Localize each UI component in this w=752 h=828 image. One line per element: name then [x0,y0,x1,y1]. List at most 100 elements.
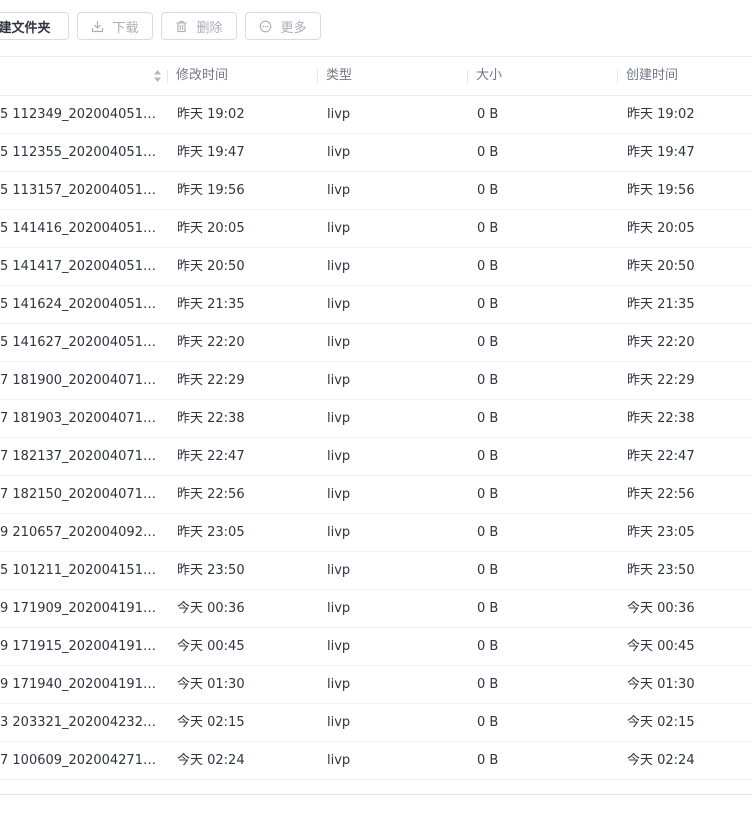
created-time: 昨天 21:35 [627,297,695,312]
file-type: livp [327,639,351,654]
table-row[interactable]: 5 141417_20200405141417 昨天 20:50 livp 0 B 昨天… [0,248,752,286]
file-name[interactable]: 7 181903_20200407181903 [0,400,160,437]
file-type: livp [327,411,351,426]
table-row[interactable]: 9 171915_20200419171915 今天 00:45 livp 0 B 今天… [0,628,752,666]
column-header-modified[interactable]: 修改时间 [176,57,228,95]
modified-time: 昨天 20:50 [177,259,245,274]
file-size: 0 B [477,335,499,350]
created-time: 今天 02:24 [627,753,695,768]
file-name[interactable]: 7 182137_20200407182137 [0,438,160,475]
modified-time: 昨天 21:35 [177,297,245,312]
file-type: livp [327,145,351,160]
file-name[interactable]: 9 171940_20200419171940 [0,666,160,703]
file-name[interactable]: 5 112349_20200405112349 [0,96,160,133]
file-size: 0 B [477,715,499,730]
file-name[interactable]: 7 181900_20200407181900 [0,362,160,399]
delete-label: 删除 [196,20,223,36]
column-header-size[interactable]: 大小 [476,57,502,95]
modified-time: 今天 00:45 [177,639,245,654]
download-button[interactable]: 下载 [77,12,153,40]
created-time: 昨天 22:38 [627,411,695,426]
file-type: livp [327,487,351,502]
table-header: 修改时间 类型 大小 创建时间 [0,57,752,96]
table-row[interactable]: 9 210657_20200409210657 昨天 23:05 livp 0 B 昨天… [0,514,752,552]
file-name[interactable]: 5 141627_20200405141627 [0,324,160,361]
column-divider[interactable] [467,70,468,83]
file-size: 0 B [477,373,499,388]
file-type: livp [327,107,351,122]
table-row[interactable]: 5 112349_20200405112349 昨天 19:02 livp 0 B 昨天… [0,96,752,134]
table-row[interactable]: 5 101211_20200415101211 昨天 23:50 livp 0 B 昨天… [0,552,752,590]
file-table-body: 5 112349_20200405112349 昨天 19:02 livp 0 B 昨天… [0,96,752,780]
file-list-page: 建文件夹 下载 删除 更多 修改时间 类型 大小 创建时间 5 112349_2… [0,0,752,828]
modified-time: 今天 00:36 [177,601,245,616]
file-name[interactable]: 5 101211_20200415101211 [0,552,160,589]
table-row[interactable]: 5 141416_20200405141416 昨天 20:05 livp 0 B 昨天… [0,210,752,248]
file-size: 0 B [477,563,499,578]
created-time: 昨天 20:50 [627,259,695,274]
file-name[interactable]: 5 141624_20200405141624 [0,286,160,323]
table-row[interactable]: 3 203321_20200423203321 今天 02:15 livp 0 B 今天… [0,704,752,742]
table-row[interactable]: 7 181903_20200407181903 昨天 22:38 livp 0 B 昨天… [0,400,752,438]
column-header-type[interactable]: 类型 [326,57,352,95]
table-row[interactable]: 7 182150_20200407182150 昨天 22:56 livp 0 B 昨天… [0,476,752,514]
table-row[interactable]: 7 182137_20200407182137 昨天 22:47 livp 0 B 昨天… [0,438,752,476]
file-name[interactable]: 5 113157_20200405113157 [0,172,160,209]
file-name[interactable]: 9 171915_20200419171915 [0,628,160,665]
new-folder-label: 建文件夹 [0,20,51,36]
download-label: 下载 [112,20,139,36]
new-folder-button[interactable]: 建文件夹 [0,12,69,40]
file-type: livp [327,677,351,692]
file-size: 0 B [477,411,499,426]
modified-time: 今天 02:24 [177,753,245,768]
modified-time: 昨天 23:05 [177,525,245,540]
file-type: livp [327,335,351,350]
modified-time: 昨天 20:05 [177,221,245,236]
table-row[interactable]: 9 171909_20200419171909 今天 00:36 livp 0 B 今天… [0,590,752,628]
file-name[interactable]: 7 182150_20200407182150 [0,476,160,513]
table-row[interactable]: 9 171940_20200419171940 今天 01:30 livp 0 B 今天… [0,666,752,704]
file-name[interactable]: 5 141417_20200405141417 [0,248,160,285]
file-size: 0 B [477,221,499,236]
column-divider[interactable] [167,70,168,83]
file-size: 0 B [477,107,499,122]
more-icon [259,20,272,33]
file-name[interactable]: 9 210657_20200409210657 [0,514,160,551]
trash-icon [175,20,188,33]
toolbar: 建文件夹 下载 删除 更多 [0,0,752,57]
file-name[interactable]: 5 141416_20200405141416 [0,210,160,247]
file-size: 0 B [477,297,499,312]
file-name[interactable]: 9 171909_20200419171909 [0,590,160,627]
delete-button[interactable]: 删除 [161,12,237,40]
more-label: 更多 [280,20,307,36]
modified-time: 昨天 19:02 [177,107,245,122]
download-icon [91,20,104,33]
table-row[interactable]: 5 141627_20200405141627 昨天 22:20 livp 0 B 昨天… [0,324,752,362]
more-button[interactable]: 更多 [245,12,321,40]
table-row[interactable]: 7 100609_20200427100609 今天 02:24 livp 0 B 今天… [0,742,752,780]
file-type: livp [327,601,351,616]
file-name[interactable]: 3 203321_20200423203321 [0,704,160,741]
file-size: 0 B [477,145,499,160]
file-size: 0 B [477,601,499,616]
table-row[interactable]: 5 113157_20200405113157 昨天 19:56 livp 0 B 昨天… [0,172,752,210]
table-row[interactable]: 7 181900_20200407181900 昨天 22:29 livp 0 B 昨天… [0,362,752,400]
sort-icon[interactable] [153,68,162,88]
created-time: 今天 00:36 [627,601,695,616]
file-size: 0 B [477,677,499,692]
created-time: 昨天 19:47 [627,145,695,160]
file-size: 0 B [477,449,499,464]
column-divider[interactable] [317,70,318,83]
column-divider[interactable] [617,70,618,83]
file-size: 0 B [477,487,499,502]
modified-time: 昨天 23:50 [177,563,245,578]
table-row[interactable]: 5 141624_20200405141624 昨天 21:35 livp 0 B 昨天… [0,286,752,324]
file-name[interactable]: 7 100609_20200427100609 [0,742,160,779]
file-type: livp [327,297,351,312]
column-header-created[interactable]: 创建时间 [626,57,678,95]
created-time: 昨天 22:29 [627,373,695,388]
table-row[interactable]: 5 112355_20200405112355 昨天 19:47 livp 0 B 昨天… [0,134,752,172]
created-time: 昨天 22:47 [627,449,695,464]
file-size: 0 B [477,753,499,768]
file-name[interactable]: 5 112355_20200405112355 [0,134,160,171]
